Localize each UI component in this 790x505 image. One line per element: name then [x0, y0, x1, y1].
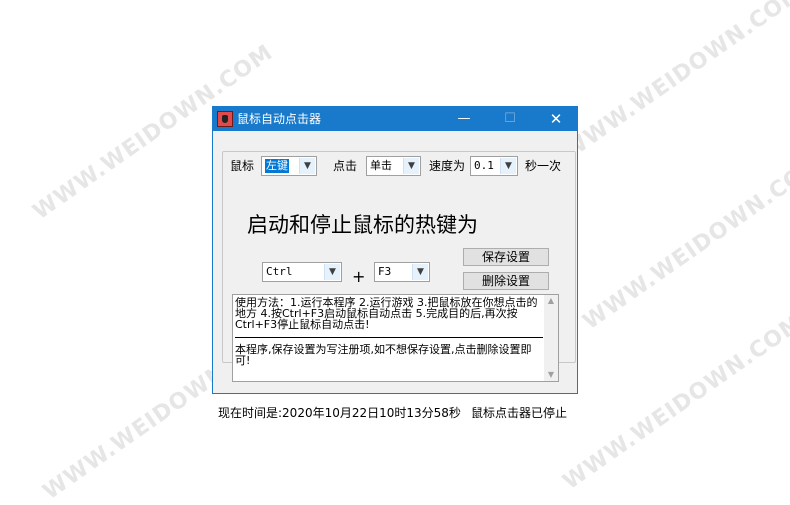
close-button[interactable]: ✕ — [533, 107, 579, 131]
app-window: 鼠标自动点击器 — ☐ ✕ 鼠标 左键 ▼ 点击 单击 ▼ 速度为 0.1 ▼ … — [212, 106, 578, 420]
instructions-divider — [235, 337, 543, 338]
close-icon: ✕ — [549, 110, 563, 128]
speed-label: 速度为 — [429, 159, 466, 173]
chevron-down-icon[interactable]: ▼ — [403, 158, 419, 174]
scroll-down-icon[interactable]: ▼ — [544, 369, 558, 381]
vertical-scrollbar[interactable]: ▲ ▼ — [544, 295, 558, 381]
watermark-text: WWW.WEIDOWN.COM — [558, 310, 790, 495]
speed-select[interactable]: 0.1 ▼ — [470, 156, 518, 176]
hotkey-key-value: F3 — [378, 265, 392, 278]
minimize-button[interactable]: — — [441, 107, 487, 131]
instructions-registry-text: 本程序,保存设置为写注册项,如不想保存设置,点击删除设置即可! — [235, 343, 532, 367]
instructions-textarea[interactable]: 使用方法：1.运行本程序 2.运行游戏 3.把鼠标放在你想点击的地方 4.按Ct… — [232, 294, 559, 382]
click-label: 点击 — [333, 159, 358, 173]
delete-settings-button[interactable]: 删除设置 — [463, 272, 549, 290]
hotkey-modifier-value: Ctrl — [266, 265, 293, 278]
click-type-value: 单击 — [370, 159, 392, 172]
title-bar[interactable]: 鼠标自动点击器 — ☐ ✕ — [213, 107, 577, 131]
click-type-select[interactable]: 单击 ▼ — [366, 156, 421, 176]
mouse-app-icon — [217, 111, 233, 127]
chevron-down-icon[interactable]: ▼ — [412, 264, 428, 280]
instructions-usage-text: 使用方法：1.运行本程序 2.运行游戏 3.把鼠标放在你想点击的地方 4.按Ct… — [235, 296, 538, 331]
plus-sign: + — [352, 267, 366, 286]
chevron-down-icon[interactable]: ▼ — [299, 158, 315, 174]
hotkey-key-select[interactable]: F3 ▼ — [374, 262, 430, 282]
client-area: 鼠标 左键 ▼ 点击 单击 ▼ 速度为 0.1 ▼ 秒一次 启动和停止鼠标的热键… — [216, 134, 576, 420]
mouse-label: 鼠标 — [230, 159, 255, 173]
minimize-icon: — — [457, 111, 471, 126]
speed-value: 0.1 — [474, 159, 494, 172]
chevron-down-icon[interactable]: ▼ — [500, 158, 516, 174]
mouse-button-value: 左键 — [265, 159, 289, 173]
watermark-text: WWW.WEIDOWN.COM — [578, 150, 790, 335]
status-current-time: 现在时间是:2020年10月22日10时13分58秒 — [218, 406, 461, 420]
maximize-icon: ☐ — [504, 111, 516, 126]
maximize-button[interactable]: ☐ — [487, 107, 533, 131]
hotkey-modifier-select[interactable]: Ctrl ▼ — [262, 262, 342, 282]
hotkey-heading: 启动和停止鼠标的热键为 — [247, 213, 478, 237]
scroll-up-icon[interactable]: ▲ — [544, 295, 558, 307]
chevron-down-icon[interactable]: ▼ — [324, 264, 340, 280]
window-title: 鼠标自动点击器 — [237, 112, 322, 126]
save-settings-button[interactable]: 保存设置 — [463, 248, 549, 266]
watermark-text: WWW.WEIDOWN.COM — [558, 0, 790, 165]
status-clicker-state: 鼠标点击器已停止 — [471, 406, 568, 420]
per-second-label: 秒一次 — [525, 159, 562, 173]
mouse-button-select[interactable]: 左键 ▼ — [261, 156, 317, 176]
